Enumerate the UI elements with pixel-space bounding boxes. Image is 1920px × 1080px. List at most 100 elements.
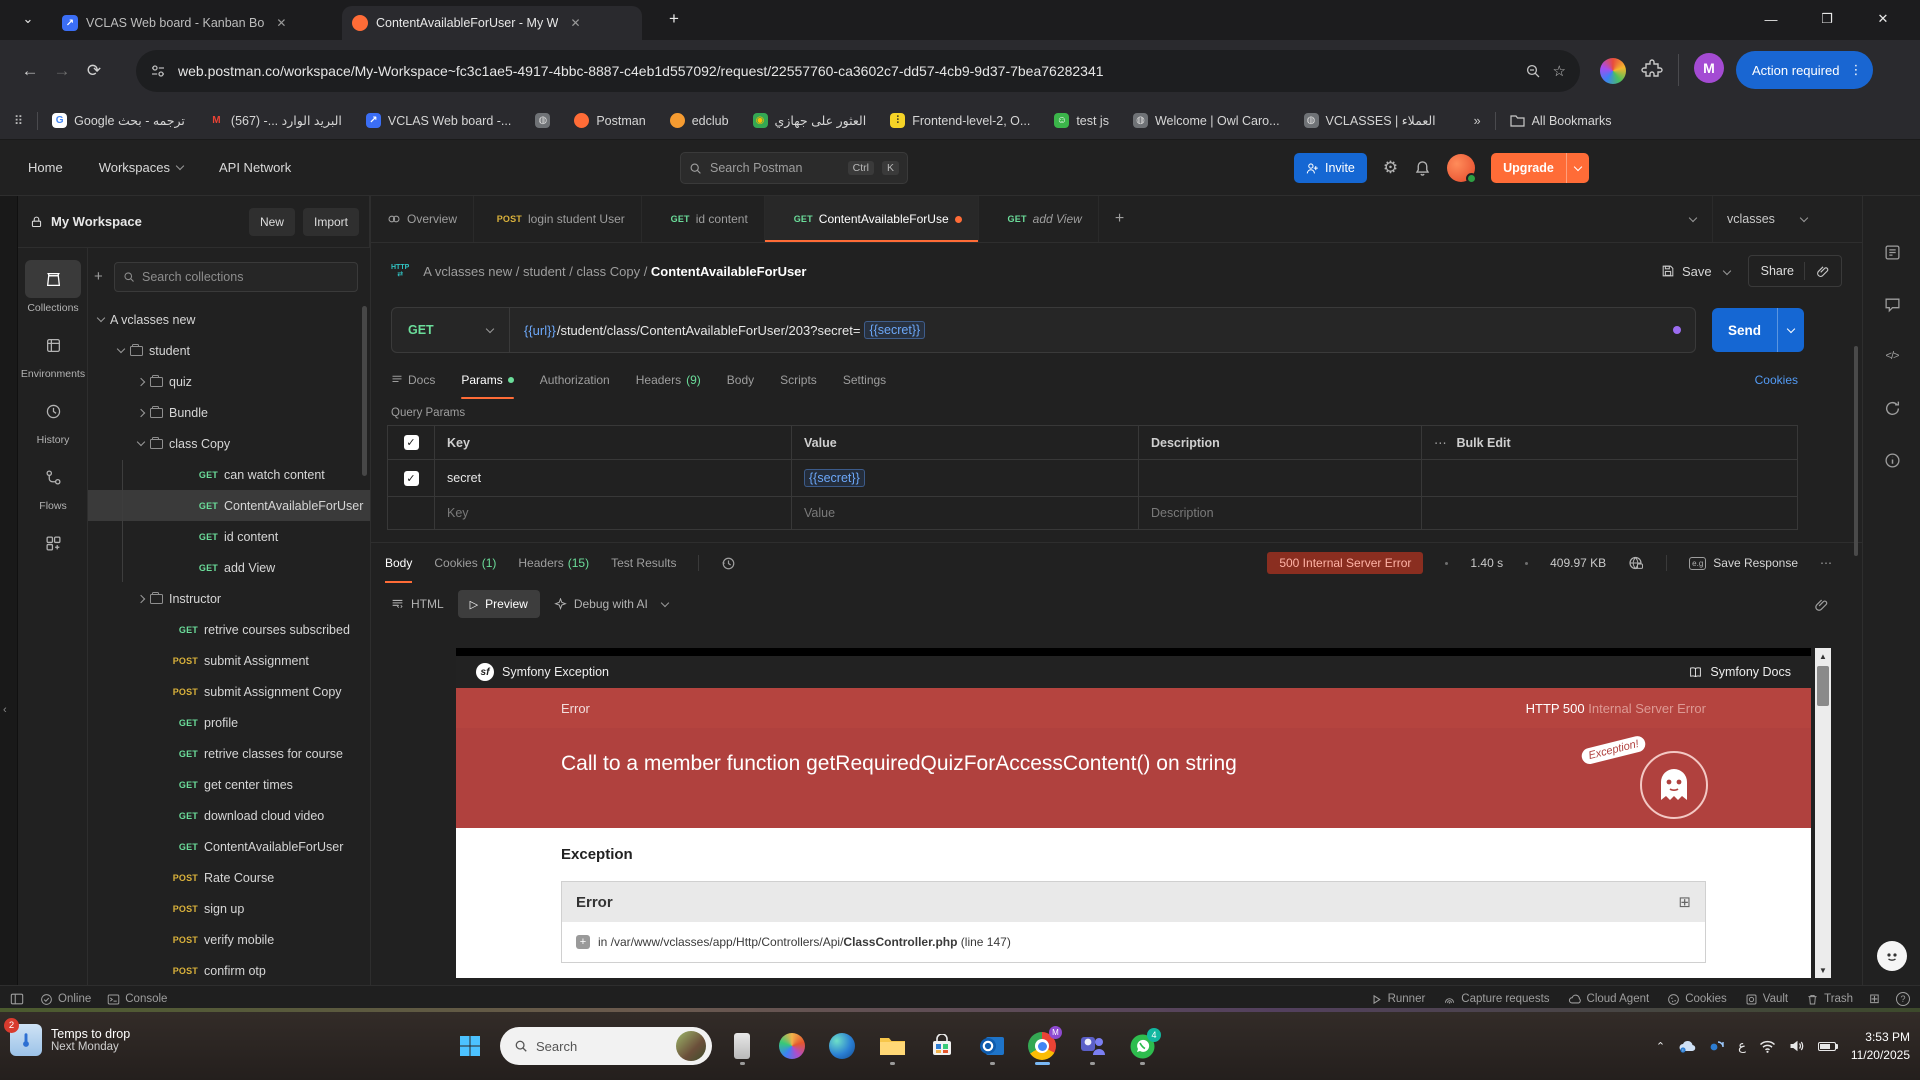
bookmark-item[interactable]: ◍ [535, 113, 550, 128]
forward-icon[interactable]: → [46, 61, 78, 81]
response-more-icon[interactable]: ⋯ [1820, 556, 1834, 570]
minimize-button[interactable]: — [1748, 0, 1794, 38]
tree-folder-item[interactable]: Instructor [88, 583, 370, 614]
footer-vault[interactable]: Vault [1745, 993, 1788, 1006]
sidebar-item-collections[interactable]: Collections [18, 254, 88, 320]
save-button[interactable]: Save [1661, 264, 1712, 279]
status-online[interactable]: Online [40, 993, 91, 1006]
tree-folder-item[interactable]: Bundle [88, 397, 370, 428]
postbot-icon[interactable] [1877, 941, 1907, 971]
upgrade-button[interactable]: Upgrade [1491, 153, 1589, 183]
chevron-right-icon[interactable] [137, 594, 145, 602]
tree-request-item[interactable]: POSTRate Course [88, 862, 370, 893]
bookmark-item[interactable]: ☺test js [1054, 113, 1109, 128]
request-tab-add-view[interactable]: GETadd View [979, 196, 1099, 242]
bookmark-item[interactable]: edclub [670, 113, 729, 128]
tree-folder-item[interactable]: student [88, 335, 370, 366]
device-app-icon[interactable] [722, 1026, 762, 1066]
bookmarks-overflow-chevron[interactable]: » [1474, 114, 1481, 128]
sidebar-item-environments[interactable]: Environments [18, 320, 88, 386]
description-placeholder-cell[interactable]: Description [1138, 497, 1421, 529]
tree-request-item[interactable]: POSTverify mobile [88, 924, 370, 955]
param-value-cell[interactable]: {{secret}} [791, 460, 1138, 496]
user-avatar[interactable] [1447, 154, 1475, 182]
profile-avatar[interactable]: M [1694, 53, 1724, 83]
new-request-tab-button[interactable]: + [1099, 196, 1140, 242]
wifi-icon[interactable] [1759, 1040, 1776, 1053]
all-bookmarks-button[interactable]: All Bookmarks [1510, 114, 1612, 128]
search-collections-input[interactable]: Search collections [114, 262, 358, 292]
edge-icon[interactable] [822, 1026, 862, 1066]
apps-grid-icon[interactable]: ⠿ [14, 113, 23, 128]
view-options-chevron[interactable] [661, 598, 669, 606]
expand-panel-chevron[interactable]: ‹ [3, 704, 7, 716]
address-bar[interactable]: ☆ [136, 50, 1580, 92]
share-button[interactable]: Share [1761, 264, 1794, 278]
tree-request-item[interactable]: POSTconfirm otp [88, 955, 370, 985]
config-tab-settings[interactable]: Settings [843, 361, 886, 399]
back-icon[interactable]: ← [14, 61, 46, 81]
config-tab-body[interactable]: Body [727, 361, 754, 399]
volume-icon[interactable] [1789, 1039, 1805, 1053]
extension-color-icon[interactable] [1600, 58, 1626, 84]
battery-icon[interactable] [1818, 1042, 1838, 1051]
extensions-puzzle-icon[interactable] [1640, 58, 1664, 82]
expand-all-icon[interactable]: ⊞ [1678, 893, 1691, 911]
status-console[interactable]: Console [107, 993, 167, 1006]
url-input[interactable]: {{url}} /student/class/ContentAvailableF… [510, 321, 1673, 339]
scroll-up-arrow[interactable]: ▲ [1815, 648, 1831, 664]
tree-request-item[interactable]: GETContentAvailableForUser [88, 831, 370, 862]
crumb[interactable]: A vclasses new [423, 264, 512, 279]
documentation-icon[interactable] [1863, 226, 1920, 278]
tab-options-chevron[interactable] [1674, 196, 1712, 242]
tree-scrollbar[interactable] [362, 306, 367, 476]
scroll-thumb[interactable] [1817, 666, 1829, 706]
bookmark-item[interactable]: M(567) -... البريد الوارد [209, 113, 342, 128]
nav-api-network[interactable]: API Network [219, 160, 291, 175]
close-tab-icon[interactable]: ✕ [276, 16, 286, 30]
network-info-icon[interactable] [1628, 555, 1644, 571]
sidebar-item-flows[interactable]: Flows [18, 452, 88, 518]
sync-icon[interactable] [1709, 1039, 1725, 1053]
key-placeholder-cell[interactable]: Key [434, 497, 791, 529]
value-placeholder-cell[interactable]: Value [791, 497, 1138, 529]
response-tab-headers[interactable]: Headers(15) [518, 543, 589, 583]
response-history-icon[interactable] [721, 556, 736, 571]
postman-search[interactable]: Search Postman Ctrl K [680, 152, 908, 184]
tree-request-item[interactable]: GETContentAvailableForUser [88, 490, 370, 521]
save-response-button[interactable]: e.g Save Response [1689, 556, 1798, 570]
crumb[interactable]: student [523, 264, 566, 279]
workspace-title[interactable]: My Workspace [51, 214, 241, 229]
response-time[interactable]: 1.40 s [1470, 556, 1503, 570]
reload-icon[interactable]: ⟳ [78, 61, 110, 81]
response-tab-body[interactable]: Body [385, 543, 412, 583]
bookmark-item[interactable]: ↗VCLAS Web board -... [366, 113, 511, 128]
import-button[interactable]: Import [303, 208, 359, 236]
bookmark-item[interactable]: GGoogle ترجمه - بحث [52, 113, 185, 128]
bookmark-item[interactable]: ⫶Frontend-level-2, O... [890, 113, 1030, 128]
send-options-chevron[interactable] [1777, 308, 1804, 352]
file-explorer-icon[interactable] [872, 1026, 912, 1066]
response-tab-cookies[interactable]: Cookies(1) [434, 543, 496, 583]
expand-icon[interactable]: ⊞ [1869, 991, 1880, 1007]
action-required-button[interactable]: Action required ⋮ [1736, 51, 1873, 89]
bookmark-star-icon[interactable]: ☆ [1553, 62, 1566, 80]
cookies-link[interactable]: Cookies [1755, 373, 1798, 387]
config-tab-headers[interactable]: Headers(9) [636, 361, 701, 399]
tree-folder-item[interactable]: quiz [88, 366, 370, 397]
request-tab-contentavailableforusе[interactable]: GETContentAvailableForUsе [765, 196, 979, 242]
zoom-icon[interactable] [1525, 63, 1541, 79]
language-indicator[interactable]: ع [1738, 1038, 1746, 1054]
footer-trash[interactable]: Trash [1806, 993, 1853, 1006]
new-button[interactable]: New [249, 208, 295, 236]
tree-request-item[interactable]: GETget center times [88, 769, 370, 800]
scroll-down-arrow[interactable]: ▼ [1815, 962, 1831, 978]
taskbar-clock[interactable]: 3:53 PM 11/20/2025 [1851, 1028, 1910, 1064]
tree-request-item[interactable]: GETdownload cloud video [88, 800, 370, 831]
notifications-bell-icon[interactable] [1414, 160, 1431, 177]
footer-capture-requests[interactable]: Capture requests [1443, 993, 1549, 1006]
site-settings-icon[interactable] [150, 63, 166, 79]
info-icon[interactable] [1863, 434, 1920, 486]
help-icon[interactable]: ? [1896, 992, 1910, 1006]
view-format-selector[interactable]: HTML [391, 597, 444, 611]
